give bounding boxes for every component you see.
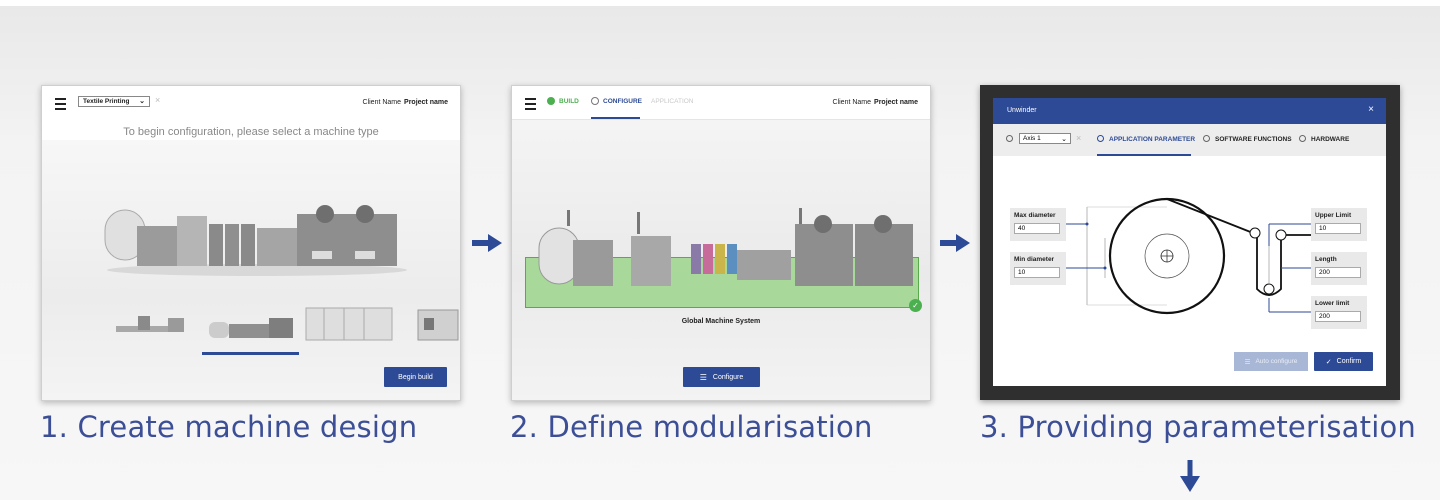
configure-step-icon bbox=[591, 97, 599, 105]
step3-caption: 3. Providing parameterisation bbox=[980, 410, 1416, 444]
machine-thumbnail-1[interactable] bbox=[108, 304, 200, 344]
auto-configure-button[interactable]: ☰ Auto configure bbox=[1234, 352, 1308, 371]
begin-build-button[interactable]: Begin build bbox=[384, 367, 447, 387]
step1-caption: 1. Create machine design bbox=[40, 410, 418, 444]
param-length: Length 200 bbox=[1311, 252, 1367, 285]
min-diameter-input[interactable]: 10 bbox=[1014, 267, 1060, 278]
param-label: Max diameter bbox=[1014, 212, 1056, 219]
module-label: Global Machine System bbox=[681, 318, 761, 325]
top-strip bbox=[0, 0, 1440, 6]
confirm-label: Confirm bbox=[1336, 358, 1362, 365]
arrow-down-icon bbox=[1180, 460, 1200, 492]
length-input[interactable]: 200 bbox=[1315, 267, 1361, 278]
project-name: Project name bbox=[874, 99, 918, 106]
unwinder-dialog: Unwinder × Axis 1 ⌄ × APPLICATION PARAME… bbox=[993, 98, 1386, 386]
machine-type-select[interactable]: Textile Printing ⌄ bbox=[78, 96, 150, 107]
machine-type-value: Textile Printing bbox=[83, 98, 130, 105]
check-icon: ✓ bbox=[909, 299, 922, 312]
client-name: Client Name bbox=[362, 99, 402, 106]
check-icon: ✓ bbox=[1325, 358, 1332, 366]
step2-screen: BUILD CONFIGURE APPLICATION Client Name P… bbox=[511, 85, 931, 401]
max-diameter-input[interactable]: 40 bbox=[1014, 223, 1060, 234]
client-name: Client Name bbox=[832, 99, 872, 106]
textile-printing-machine-image bbox=[104, 205, 407, 276]
tab-configure[interactable]: CONFIGURE bbox=[603, 98, 642, 105]
step1-screen: Textile Printing ⌄ × Client Name Project … bbox=[41, 85, 461, 401]
upper-limit-input[interactable]: 10 bbox=[1315, 223, 1361, 234]
project-name: Project name bbox=[404, 99, 448, 106]
param-lower-limit: Lower limit 200 bbox=[1311, 296, 1367, 329]
active-tab-indicator bbox=[591, 117, 640, 119]
sliders-icon: ☰ bbox=[699, 372, 707, 382]
lower-limit-input[interactable]: 200 bbox=[1315, 311, 1361, 322]
param-upper-limit: Upper Limit 10 bbox=[1311, 208, 1367, 241]
hamburger-icon[interactable] bbox=[55, 98, 66, 110]
clear-icon[interactable]: × bbox=[155, 95, 160, 105]
param-label: Length bbox=[1315, 256, 1337, 263]
machine-thumbnail-2[interactable] bbox=[205, 304, 297, 344]
machine-thumbnail-4[interactable] bbox=[414, 304, 460, 344]
param-label: Lower limit bbox=[1315, 300, 1350, 307]
chevron-down-icon: ⌄ bbox=[139, 98, 145, 105]
modular-machine-image bbox=[538, 208, 913, 286]
param-label: Upper Limit bbox=[1315, 212, 1352, 219]
arrow-right-icon bbox=[472, 234, 502, 252]
selected-thumbnail-indicator bbox=[202, 352, 299, 355]
machine-thumbnail-3[interactable] bbox=[304, 304, 396, 344]
step3-screen: Unwinder × Axis 1 ⌄ × APPLICATION PARAME… bbox=[980, 85, 1400, 400]
hamburger-icon[interactable] bbox=[525, 98, 536, 110]
configure-button[interactable]: ☰ Configure bbox=[683, 367, 760, 387]
auto-configure-label: Auto configure bbox=[1255, 358, 1298, 365]
client-project: Client Name Project name bbox=[833, 99, 918, 106]
sliders-icon: ☰ bbox=[1244, 358, 1251, 366]
param-max-diameter: Max diameter 40 bbox=[1010, 208, 1066, 241]
client-project: Client Name Project name bbox=[363, 99, 448, 106]
arrow-right-icon bbox=[940, 234, 970, 252]
tab-application: APPLICATION bbox=[651, 98, 694, 105]
param-label: Min diameter bbox=[1014, 256, 1055, 263]
select-prompt: To begin configuration, please select a … bbox=[123, 126, 379, 138]
param-connectors bbox=[1066, 222, 1311, 313]
confirm-button[interactable]: ✓ Confirm bbox=[1314, 352, 1373, 371]
param-min-diameter: Min diameter 10 bbox=[1010, 252, 1066, 285]
tab-build[interactable]: BUILD bbox=[559, 98, 579, 105]
build-done-icon bbox=[547, 97, 555, 105]
step2-caption: 2. Define modularisation bbox=[510, 410, 873, 444]
configure-button-label: Configure bbox=[712, 373, 744, 381]
